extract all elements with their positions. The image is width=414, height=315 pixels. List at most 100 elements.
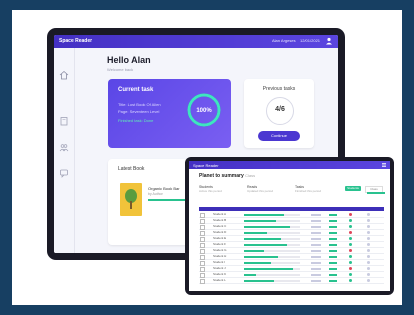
row-mini-bar [311,249,321,252]
row-progress-fill [244,249,264,252]
row-action-dot[interactable] [367,255,370,258]
tablet-title-sub: Class [245,173,256,178]
row-status-dot [349,255,352,258]
row-status-dot [349,237,352,240]
continue-button[interactable]: Continue [258,131,300,141]
book-name: Organic Book Bar [148,186,180,191]
row-progress-fill [244,225,291,228]
row-name: Student B [213,218,227,222]
previous-tasks-card: Previous tasks 4/6 Continue [244,79,314,148]
row-progress-fill [244,273,257,276]
menu-icon[interactable] [381,162,387,168]
row-name: Student J [213,266,226,270]
table-header [199,207,384,211]
tree-trunk [130,201,132,209]
row-action-dot[interactable] [367,225,370,228]
row-mini-bar [329,213,337,216]
tablet-screen: Space Reader Planet to summary Class Stu… [189,161,390,291]
row-progress-track [244,273,300,276]
row-action-dot[interactable] [367,261,370,264]
row-progress-fill [244,255,279,258]
row-mini-bar [329,225,337,228]
stat-sub: Finished this period [295,189,322,193]
sidebar [54,48,75,253]
row-progress-track [244,249,300,252]
stat-reads: Reads Updated this period [247,185,273,193]
row-mini-bar [329,255,337,258]
current-task-card[interactable]: Current task Title: Lost Book Of Alien P… [108,79,231,148]
table-row[interactable]: Student L [199,278,384,284]
book-cover[interactable] [120,183,142,216]
row-mini-bar [329,243,337,246]
row-mini-bar [329,249,337,252]
chat-icon[interactable] [59,168,69,178]
row-mini-bar [329,237,337,240]
user-name[interactable]: Alan Argeses [272,38,296,43]
row-checkbox[interactable] [200,279,205,284]
row-action-dot[interactable] [367,267,370,270]
row-name: Student D [213,230,227,234]
row-action-dot[interactable] [367,219,370,222]
row-mini-bar [329,279,337,282]
row-mini-bar [311,279,321,282]
row-mini-bar [311,213,321,216]
tablet-title: Planet to summary Class [199,173,255,179]
row-action-dot[interactable] [367,213,370,216]
latest-book-title: Latest Book [118,166,145,172]
row-progress-fill [244,279,275,282]
row-status-dot [349,213,352,216]
current-task-title: Current task [118,87,154,93]
row-name: Student I [213,260,226,264]
tab-students[interactable]: Students [345,186,361,191]
row-name: Student E [213,236,227,240]
row-action-dot[interactable] [367,231,370,234]
row-status-dot [349,261,352,264]
stat-sub: Active this period [199,189,222,193]
book-icon[interactable] [59,116,69,126]
row-status-dot [349,249,352,252]
tab-indicator [367,192,385,194]
progress-ring: 100% [187,93,221,127]
row-progress-track [244,231,300,234]
book-author: by Author [148,192,163,196]
row-progress-track [244,267,300,270]
page-title: Hello Alan [107,55,151,65]
row-action-dot[interactable] [367,243,370,246]
tablet-title-text: Planet to summary [199,173,244,179]
home-icon[interactable] [59,70,69,80]
row-mini-bar [329,261,337,264]
row-mini-bar [329,219,337,222]
row-name: Student K [213,272,227,276]
row-action-dot[interactable] [367,237,370,240]
stat-students: Students Active this period [199,185,222,193]
row-mini-bar [329,231,337,234]
row-progress-track [244,279,300,282]
task-line-2: Page: Seventeen Level [118,109,160,114]
background-frame: Space Reader Alan Argeses 12/01/2021 Hel… [0,0,414,315]
stat-sub: Updated this period [247,189,274,193]
user-icon[interactable] [325,37,333,45]
row-status-dot [349,219,352,222]
row-action-dot[interactable] [367,249,370,252]
row-mini-bar [329,273,337,276]
row-progress-fill [244,213,285,216]
row-progress-track [244,225,300,228]
row-mini-bar [311,267,321,270]
row-status-dot [349,273,352,276]
task-line-3: Finished task: Done [118,118,154,123]
row-progress-track [244,237,300,240]
previous-tasks-title: Previous tasks [262,86,296,92]
row-progress-track [244,213,300,216]
row-mini-bar [311,255,321,258]
tablet-brand: Space Reader [193,163,219,168]
page-subtitle: Welcome back [107,67,134,72]
row-mini-bar [311,225,321,228]
progress-percent: 100% [196,108,212,114]
previous-tasks-counter: 4/6 [266,97,294,125]
previous-tasks-value: 4/6 [275,106,285,113]
group-icon[interactable] [59,142,69,152]
row-action-dot[interactable] [367,273,370,276]
stat-tasks: Tasks Finished this period [295,185,321,193]
row-action-dot[interactable] [367,279,370,282]
row-progress-fill [244,231,267,234]
